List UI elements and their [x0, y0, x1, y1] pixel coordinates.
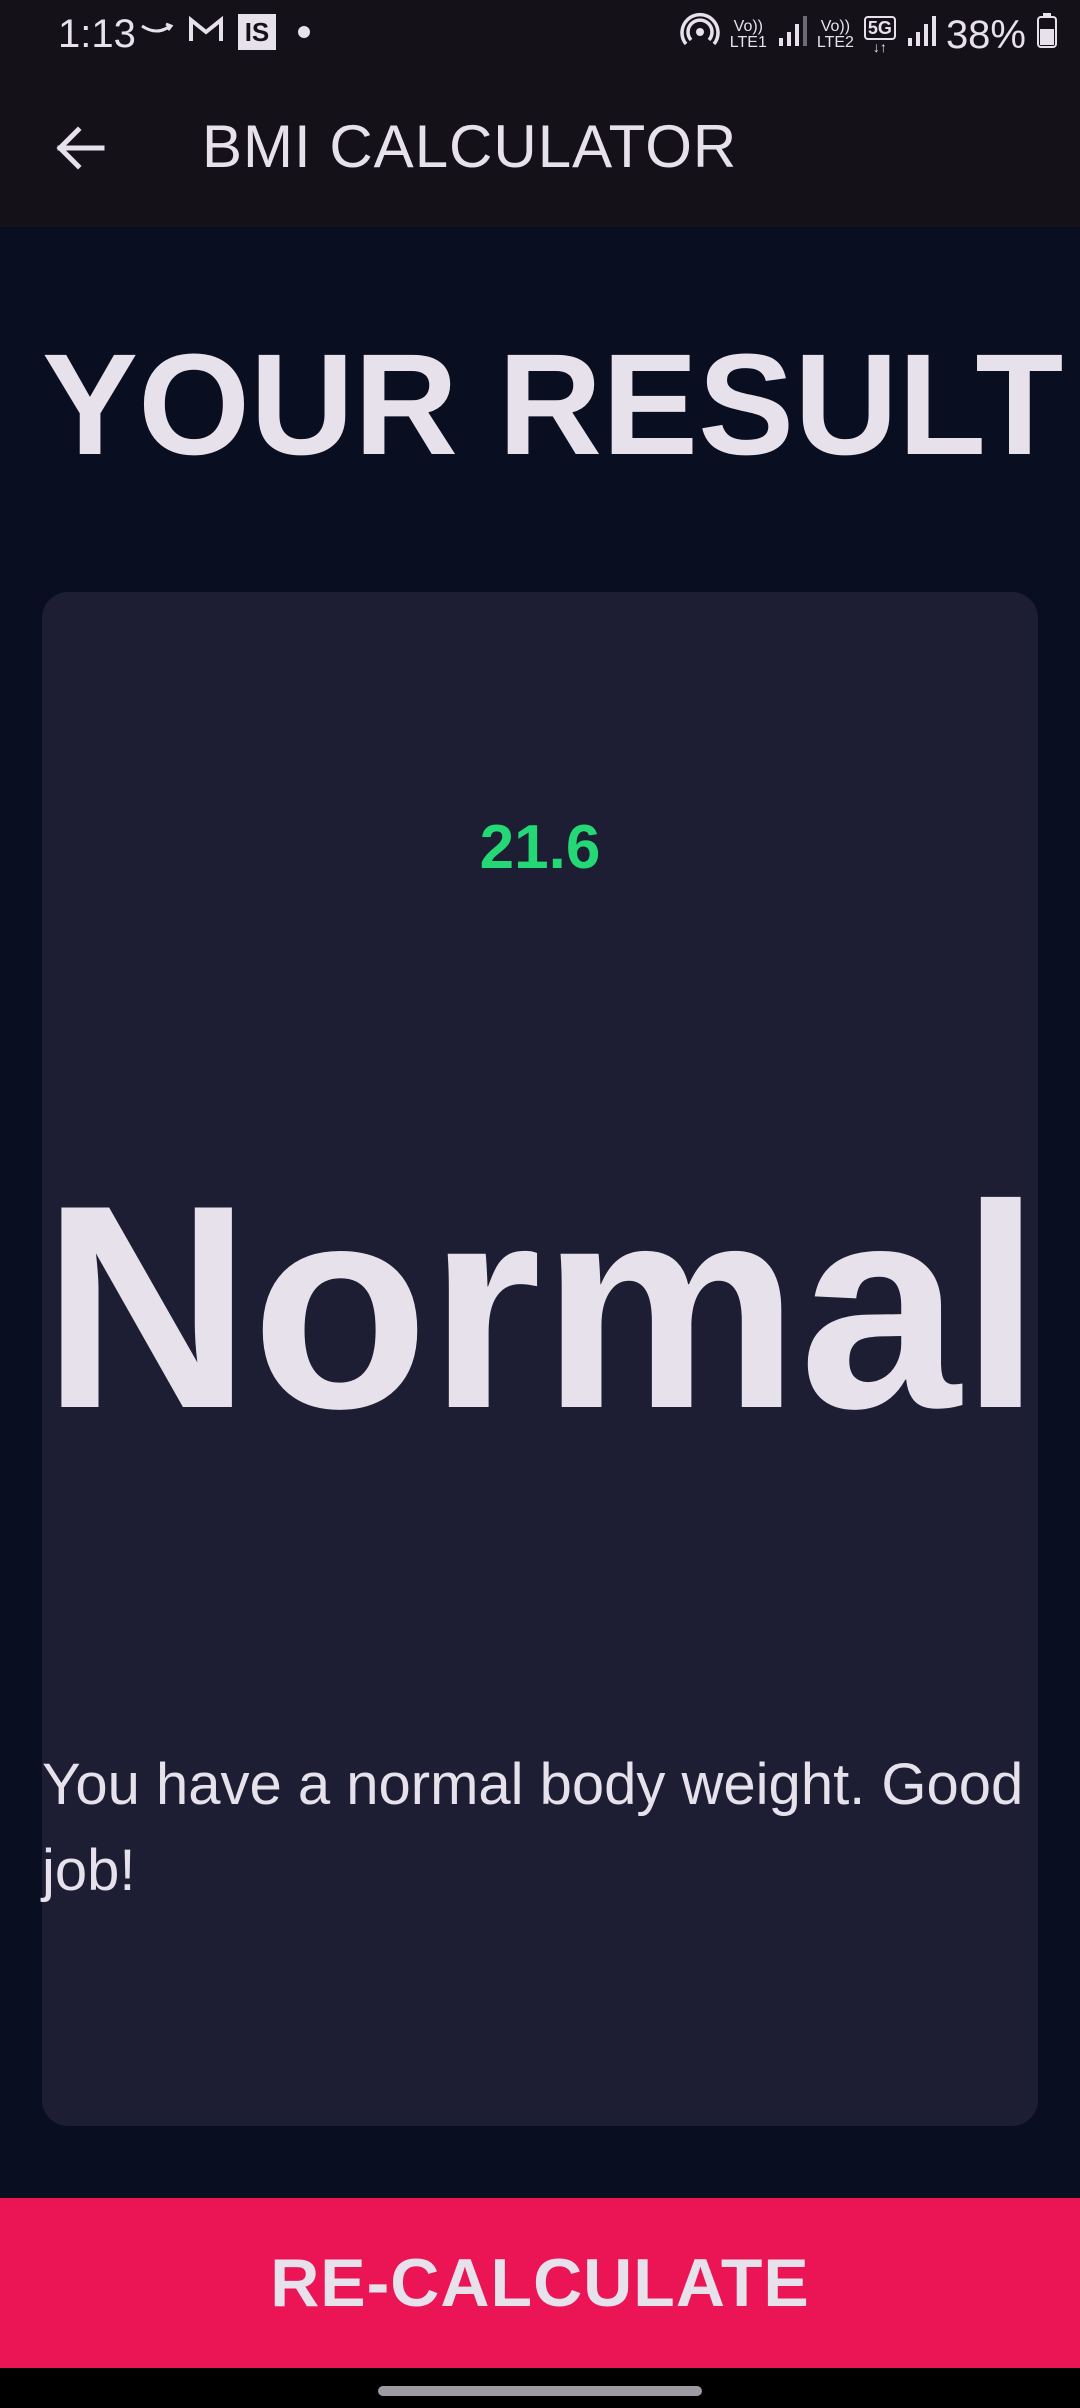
app-bar-title: BMI CALCULATOR [202, 113, 738, 180]
result-card: 21.6 Normal You have a normal body weigh… [42, 592, 1042, 2126]
result-message: You have a normal body weight. Good job! [42, 1752, 1024, 1903]
sim2-label: Vo)) LTE2 [816, 18, 854, 51]
app-bar: BMI CALCULATOR [0, 70, 1080, 227]
system-nav-bar [0, 2368, 1080, 2408]
status-right-icons: Vo)) LTE1 Vo)) LTE2 5G ↓↑ 38% [680, 10, 1058, 60]
sim1-label: Vo)) LTE1 [729, 18, 767, 51]
recalculate-button[interactable]: RE-CALCULATE [0, 2198, 1080, 2368]
status-time: 1:13 [58, 12, 136, 56]
data-arrows-icon: ↓↑ [872, 39, 887, 55]
amazon-icon [140, 20, 174, 45]
battery-icon [1036, 12, 1058, 58]
back-button[interactable] [40, 110, 120, 190]
signal-1-icon [777, 13, 807, 58]
recalculate-label: RE-CALCULATE [270, 2245, 810, 2321]
battery-percent: 38% [945, 12, 1026, 57]
bmi-value: 21.6 [479, 813, 601, 882]
signal-2-icon [906, 13, 936, 58]
notification-dot-icon [298, 26, 310, 38]
bmi-category: Normal [42, 1145, 1042, 1469]
page-title: YOUR RESULT [42, 324, 1064, 485]
is-app-icon: IS [238, 14, 276, 50]
status-left-icons: IS [140, 14, 310, 50]
gmail-icon [188, 15, 224, 49]
arrow-left-icon [54, 125, 106, 176]
status-bar: 1:13 IS Vo)) LTE1 Vo)) LTE2 5G ↓↑ 38% [0, 0, 1080, 70]
network-5g-badge: 5G ↓↑ [863, 16, 896, 55]
hotspot-icon [680, 10, 720, 60]
home-handle[interactable] [378, 2386, 702, 2396]
